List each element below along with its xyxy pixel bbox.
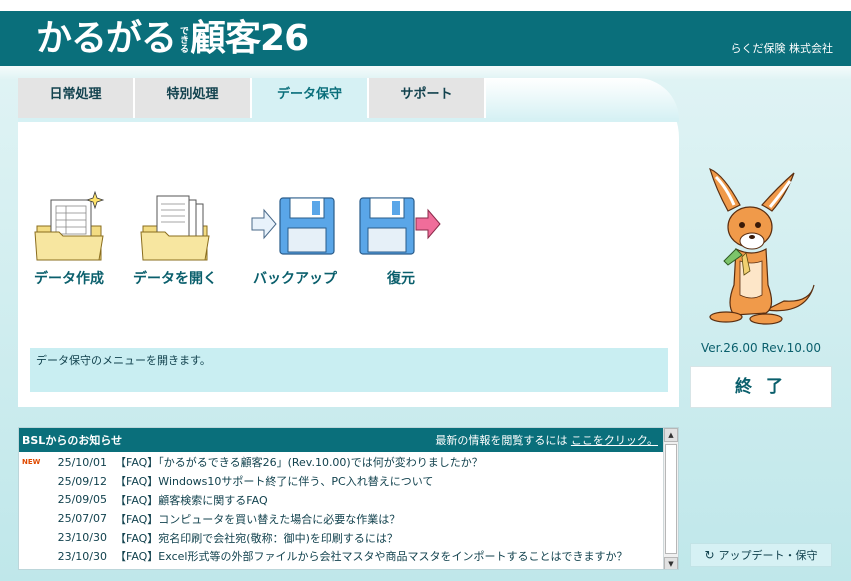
top-strip [0, 0, 851, 11]
news-item[interactable]: 23/10/30 【FAQ】Excel形式等の外部ファイルから会社マスタや商品マ… [19, 547, 664, 566]
backup-label: バックアップ [253, 271, 337, 287]
restore-button[interactable]: 復元 [346, 190, 456, 300]
status-message-text: データ保守のメニューを開きます。 [36, 354, 211, 367]
scroll-up-arrow-icon[interactable]: ▲ [664, 428, 678, 442]
news-item[interactable]: NEW 25/10/01 【FAQ】「かるがるできる顧客26」(Rev.10.0… [19, 453, 664, 472]
app-logo: かるがる できる 顧客26 [36, 17, 309, 61]
news-panel: BSLからのお知らせ 最新の情報を閲覧するには ここをクリック。 NEW 25/… [18, 427, 679, 570]
company-name: らくだ保険 株式会社 [730, 42, 834, 55]
news-text: 【FAQ】「かるがるできる顧客26」(Rev.10.00)では何が変わりましたか… [115, 456, 483, 470]
update-label: アップデート・保守 [718, 549, 818, 562]
new-badge: NEW [22, 458, 41, 467]
update-maintenance-button[interactable]: ↻ アップデート・保守 [690, 543, 832, 567]
news-scrollbar[interactable]: ▲ ▼ [663, 428, 678, 569]
status-message-box: データ保守のメニューを開きます。 [30, 348, 668, 392]
refresh-icon: ↻ [704, 548, 715, 562]
restore-label: 復元 [387, 271, 415, 287]
backup-floppy-icon [251, 197, 335, 255]
version-label: Ver.26.00 Rev.10.00 [701, 341, 821, 355]
news-date: 25/10/01 [57, 455, 107, 469]
news-link-wrapper: 最新の情報を閲覧するには ここをクリック。 [435, 432, 658, 448]
news-item[interactable]: 25/09/05 【FAQ】顧客検索に関するFAQ [19, 491, 664, 510]
logo-small-text: できる [178, 25, 189, 53]
folder-new-document-icon [34, 190, 105, 261]
exit-button[interactable]: 終 了 [690, 366, 832, 408]
news-date: 25/09/12 [57, 474, 107, 488]
backup-button[interactable]: バックアップ [240, 190, 350, 300]
news-date: 25/07/07 [57, 512, 107, 526]
tab-special[interactable]: 特別処理 [135, 78, 250, 120]
news-date: 25/09/05 [57, 493, 107, 507]
create-data-button[interactable]: データ作成 [14, 190, 124, 300]
news-item[interactable]: 25/07/07 【FAQ】コンピュータを買い替えた場合に必要な作業は？ [19, 509, 664, 528]
news-text: 【FAQ】Excel形式等の外部ファイルから会社マスタや商品マスタをインポートす… [115, 550, 628, 564]
news-date: 23/10/30 [57, 531, 107, 545]
folder-open-documents-icon [140, 195, 210, 261]
scroll-thumb[interactable] [665, 444, 677, 554]
tab-bar: 日常処理 特別処理 データ保守 サポート [18, 78, 486, 120]
tab-daily[interactable]: 日常処理 [18, 78, 133, 120]
tab-underline [18, 118, 679, 122]
news-latest-link[interactable]: ここをクリック。 [571, 434, 658, 447]
news-item[interactable]: 25/09/12 【FAQ】Windows10サポート終了に伴う、PC入れ替えに… [19, 472, 664, 491]
create-data-label: データ作成 [34, 271, 104, 287]
app-header: かるがる できる 顧客26 らくだ保険 株式会社 [0, 11, 851, 66]
news-header: BSLからのお知らせ 最新の情報を閲覧するには ここをクリック。 [19, 428, 678, 452]
news-title: BSLからのお知らせ [22, 434, 123, 447]
news-date: 23/10/30 [57, 549, 107, 563]
open-data-label: データを開く [133, 271, 217, 287]
open-data-button[interactable]: データを開く [120, 190, 230, 300]
kangaroo-mascot-icon [709, 167, 815, 325]
news-item[interactable]: 23/10/30 【FAQ】宛名印刷で会社宛(敬称：御中)を印刷するには？ [19, 528, 664, 547]
scroll-down-arrow-icon[interactable]: ▼ [664, 557, 678, 569]
tab-data-maintenance[interactable]: データ保守 [252, 78, 367, 120]
logo-main-text: かるがる [36, 18, 177, 59]
news-text: 【FAQ】コンピュータを買い替えた場合に必要な作業は？ [115, 512, 401, 526]
tab-support[interactable]: サポート [369, 78, 484, 120]
news-text: 【FAQ】顧客検索に関するFAQ [115, 493, 268, 507]
news-text: 【FAQ】Windows10サポート終了に伴う、PC入れ替えについて [115, 475, 434, 489]
logo-product-text: 顧客26 [190, 18, 309, 59]
news-text: 【FAQ】宛名印刷で会社宛(敬称：御中)を印刷するには？ [115, 531, 398, 545]
restore-floppy-icon [359, 197, 441, 255]
news-link-prefix: 最新の情報を閲覧するには [435, 434, 571, 447]
news-list: NEW 25/10/01 【FAQ】「かるがるできる顧客26」(Rev.10.0… [19, 453, 664, 566]
tab-bar-filler [486, 78, 679, 120]
